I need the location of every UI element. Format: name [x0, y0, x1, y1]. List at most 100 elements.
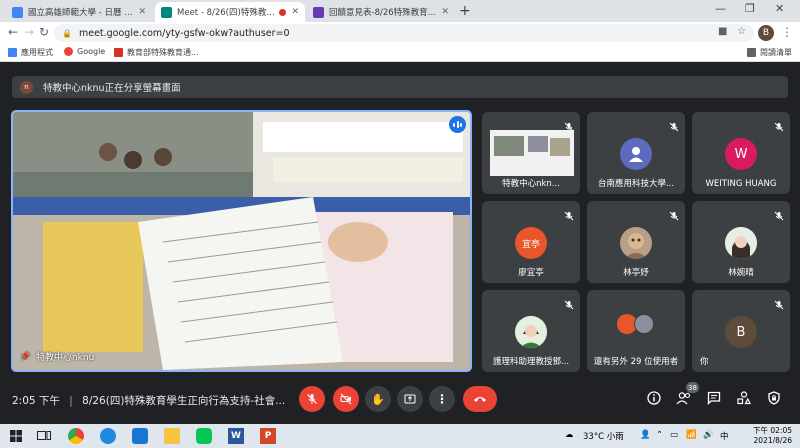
browser-menu-icon[interactable]: ⋮ [781, 25, 793, 39]
raise-hand-button[interactable]: ✋ [365, 386, 391, 412]
leave-call-button[interactable] [463, 386, 497, 412]
muted-mic-icon [564, 295, 574, 314]
hang-up-icon [474, 397, 486, 402]
self-tile[interactable]: B 你 [692, 290, 790, 372]
back-arrow-icon[interactable]: ← [8, 25, 18, 39]
url-field[interactable]: 🔒 meet.google.com/yty-gsfw-okw?authuser=… [54, 24, 754, 42]
camera-off-icon [340, 393, 352, 405]
apps-grid-icon [8, 48, 17, 57]
activities-button[interactable] [737, 390, 751, 409]
participant-name: 林亭妤 [623, 268, 649, 278]
activities-shapes-icon [737, 391, 751, 405]
present-now-button[interactable] [397, 386, 423, 412]
bookmark-google[interactable]: Google [64, 47, 105, 56]
camera-in-use-icon[interactable]: ■ [718, 26, 727, 37]
minimize-window-icon[interactable]: — [715, 2, 726, 15]
bookmarks-bar: 應用程式 Google 教育部特殊教育通... 閱讀清單 [0, 44, 800, 62]
host-controls-button[interactable] [767, 390, 781, 409]
browser-tab-feedback-form[interactable]: 回饋意見表-8/26特殊教育學生正... ✕ [307, 2, 455, 22]
participant-name: WEITING HUANG [705, 179, 777, 189]
recording-indicator-icon [279, 8, 287, 16]
participant-tile[interactable]: W WEITING HUANG [692, 112, 790, 194]
chat-button[interactable] [707, 390, 721, 409]
bookmark-special-edu[interactable]: 教育部特殊教育通... [114, 47, 199, 58]
google-g-icon [64, 47, 73, 56]
meeting-time: 2:05 下午 [12, 395, 60, 407]
edge-taskbar-icon[interactable] [100, 428, 116, 444]
meet-favicon-icon [161, 6, 172, 18]
store-taskbar-icon[interactable] [132, 428, 148, 444]
close-tab-icon[interactable]: ✕ [291, 7, 299, 17]
chat-icon [707, 391, 721, 406]
new-tab-button[interactable]: + [459, 3, 471, 19]
browser-tab-meet[interactable]: Meet - 8/26(四)特殊教育學... ✕ [155, 2, 305, 22]
meet-stage: n 特教中心nknu正在分享螢幕畫面 📌 特教中心nknu 特教中心nkn...… [0, 62, 800, 424]
weather-text[interactable]: 33°C 小雨 [583, 430, 624, 442]
weather-icon[interactable]: ☁ [565, 430, 574, 440]
task-view-icon[interactable] [36, 428, 52, 444]
file-explorer-icon[interactable] [164, 428, 180, 444]
meeting-details-button[interactable] [647, 390, 661, 409]
ime-indicator[interactable]: 中 [720, 430, 729, 442]
forms-favicon-icon [313, 6, 324, 18]
presenter-video-frame [13, 112, 470, 370]
presenting-text: 特教中心nknu正在分享螢幕畫面 [43, 83, 181, 94]
profile-avatar[interactable]: B [758, 25, 774, 41]
maximize-window-icon[interactable]: ❐ [745, 2, 755, 15]
reload-icon[interactable]: ↻ [39, 25, 49, 39]
forward-arrow-icon[interactable]: → [24, 25, 34, 39]
muted-mic-icon [669, 117, 679, 136]
word-app-icon[interactable]: W [228, 428, 244, 444]
more-participants-tile[interactable]: 還有另外 29 位使用者 [587, 290, 685, 372]
network-icon[interactable]: 📶 [686, 430, 697, 440]
battery-icon[interactable]: ▭ [670, 430, 678, 440]
participant-avatar: 宜亭 [515, 227, 547, 259]
start-menu-icon[interactable] [8, 428, 24, 444]
presenting-banner: n 特教中心nknu正在分享螢幕畫面 [12, 76, 788, 98]
reading-list-button[interactable]: 閱讀清單 [747, 47, 792, 58]
people-tray-icon[interactable]: 👤 [640, 430, 651, 440]
participant-name: 廖宜亭 [518, 268, 544, 278]
muted-mic-icon [669, 206, 679, 225]
close-window-icon[interactable]: ✕ [775, 2, 784, 15]
line-app-icon[interactable] [196, 428, 212, 444]
participant-tile[interactable]: 宜亭 廖宜亭 [482, 201, 580, 283]
info-icon [647, 391, 661, 405]
self-avatar: B [725, 316, 757, 348]
close-tab-icon[interactable]: ✕ [441, 7, 449, 17]
participant-tile[interactable]: 台南應用科技大學... [587, 112, 685, 194]
browser-tab-calendar[interactable]: 國立高雄師範大學 - 日曆 - 2021... ✕ [6, 2, 152, 22]
more-vert-icon: ⋮ [436, 392, 448, 406]
toggle-camera-button[interactable] [333, 386, 359, 412]
toggle-mic-button[interactable] [299, 386, 325, 412]
calendar-favicon-icon [12, 6, 23, 18]
shield-lock-icon [768, 391, 780, 405]
clock-date: 2021/8/26 [753, 436, 792, 445]
volume-icon[interactable]: 🔊 [703, 430, 714, 440]
participant-photo [620, 227, 652, 259]
muted-mic-icon [774, 117, 784, 136]
bookmark-apps[interactable]: 應用程式 [8, 47, 53, 58]
meeting-info: 2:05 下午 | 8/26(四)特殊教育學生正向行為支持-社會... [12, 395, 286, 407]
show-hidden-icons-icon[interactable]: ⌃ [656, 430, 663, 440]
participant-tile[interactable]: 護理科助理教授鄧... [482, 290, 580, 372]
chrome-taskbar-icon[interactable] [68, 428, 84, 444]
participant-tile-presenting[interactable]: 特教中心nkn... [482, 112, 580, 194]
participant-avatar: W [725, 138, 757, 170]
bookmark-star-icon[interactable]: ☆ [737, 26, 746, 37]
participant-photo [515, 316, 547, 348]
more-participants-label: 還有另外 29 位使用者 [593, 357, 679, 367]
main-speaker-video[interactable]: 📌 特教中心nknu [11, 110, 472, 372]
more-options-button[interactable]: ⋮ [429, 386, 455, 412]
system-clock[interactable]: 下午 02:05 2021/8/26 [740, 426, 792, 446]
participant-tile[interactable]: 林亭妤 [587, 201, 685, 283]
meet-control-bar: 2:05 下午 | 8/26(四)特殊教育學生正向行為支持-社會... ✋ ⋮ … [0, 376, 800, 424]
mic-off-icon [307, 394, 317, 404]
muted-mic-icon [774, 295, 784, 314]
participant-tile[interactable]: 林婉晴 [692, 201, 790, 283]
powerpoint-app-icon[interactable]: P [260, 428, 276, 444]
close-tab-icon[interactable]: ✕ [138, 7, 146, 17]
presenter-avatar: n [20, 80, 33, 94]
url-text: meet.google.com/yty-gsfw-okw?authuser=0 [78, 27, 290, 39]
pin-icon[interactable]: 📌 [20, 352, 30, 361]
